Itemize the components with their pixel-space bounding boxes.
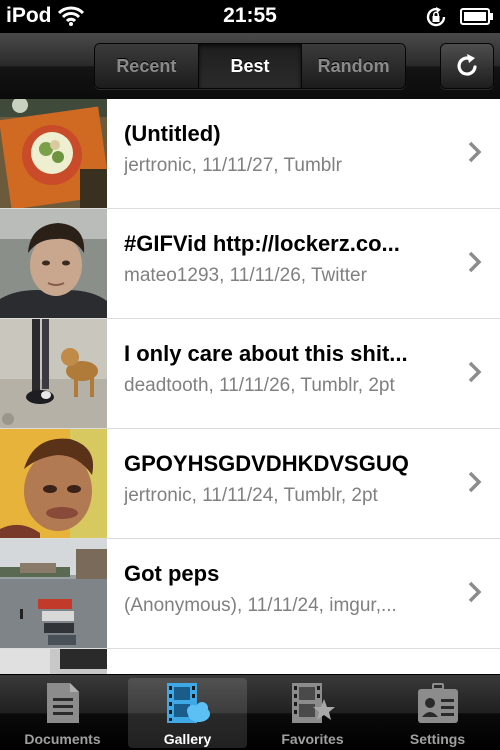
gray-photo-thumbnail xyxy=(0,649,107,674)
dogs-thumbnail xyxy=(0,319,107,428)
chevron-right-icon xyxy=(468,471,482,493)
segment-best[interactable]: Best xyxy=(198,44,303,88)
item-title: Got peps xyxy=(124,561,220,586)
item-title: GPOYHSGDVDHKDVSGUQ xyxy=(124,451,409,476)
distorted-face-thumbnail xyxy=(0,429,107,538)
battery-icon xyxy=(460,8,493,25)
parking-lot-thumbnail xyxy=(0,539,107,648)
segment-recent[interactable]: Recent xyxy=(95,44,199,88)
tab-settings[interactable]: Settings xyxy=(375,675,500,750)
tab-label: Settings xyxy=(409,731,466,747)
tab-label: Favorites xyxy=(281,731,344,747)
tab-label: Gallery xyxy=(163,731,212,747)
item-title: I only care about this shit... xyxy=(124,341,408,366)
gallery-list[interactable]: (Untitled) jertronic, 11/11/27, Tumblr #… xyxy=(0,99,500,674)
refresh-icon xyxy=(457,54,477,76)
status-bar: iPod 21:55 xyxy=(0,0,500,33)
rotation-lock-icon xyxy=(426,7,446,27)
tab-documents[interactable]: Documents xyxy=(0,675,125,750)
refresh-button[interactable] xyxy=(440,43,494,89)
settings-icon xyxy=(418,683,458,723)
segment-random[interactable]: Random xyxy=(302,44,405,88)
chevron-right-icon xyxy=(468,251,482,273)
list-item[interactable]: I only care about this shit... deadtooth… xyxy=(0,319,500,429)
tab-favorites[interactable]: Favorites xyxy=(250,675,375,750)
list-item[interactable]: (Untitled) jertronic, 11/11/27, Tumblr xyxy=(0,99,500,209)
item-subtitle: jertronic, 11/11/24, Tumblr, 2pt xyxy=(124,485,378,506)
documents-icon xyxy=(47,683,79,723)
chevron-right-icon xyxy=(468,141,482,163)
tab-bar: Documents Gallery Favorites Settings xyxy=(0,674,500,750)
tab-label: Documents xyxy=(24,731,101,747)
item-subtitle: (Anonymous), 11/11/24, imgur,... xyxy=(124,595,397,616)
item-subtitle: deadtooth, 11/11/26, Tumblr, 2pt xyxy=(124,375,395,396)
chevron-right-icon xyxy=(468,361,482,383)
gallery-icon xyxy=(167,683,210,723)
chevron-right-icon xyxy=(468,581,482,603)
sort-segmented-control: Recent Best Random xyxy=(94,43,406,89)
nav-bar: Recent Best Random xyxy=(0,33,500,100)
item-subtitle: jertronic, 11/11/27, Tumblr xyxy=(124,155,342,176)
face-thumbnail xyxy=(0,209,107,318)
app-screen: iPod 21:55 Recent Best Random (Untitled)… xyxy=(0,0,500,750)
list-item[interactable] xyxy=(0,649,500,674)
list-item[interactable]: GPOYHSGDVDHKDVSGUQ jertronic, 11/11/24, … xyxy=(0,429,500,539)
food-plate-thumbnail xyxy=(0,99,107,208)
item-title: #GIFVid http://lockerz.co... xyxy=(124,231,400,256)
list-item[interactable]: Got peps (Anonymous), 11/11/24, imgur,..… xyxy=(0,539,500,649)
item-title: (Untitled) xyxy=(124,121,221,146)
tab-gallery[interactable]: Gallery xyxy=(125,675,250,750)
item-subtitle: mateo1293, 11/11/26, Twitter xyxy=(124,265,367,286)
list-item[interactable]: #GIFVid http://lockerz.co... mateo1293, … xyxy=(0,209,500,319)
favorites-icon xyxy=(292,683,335,723)
